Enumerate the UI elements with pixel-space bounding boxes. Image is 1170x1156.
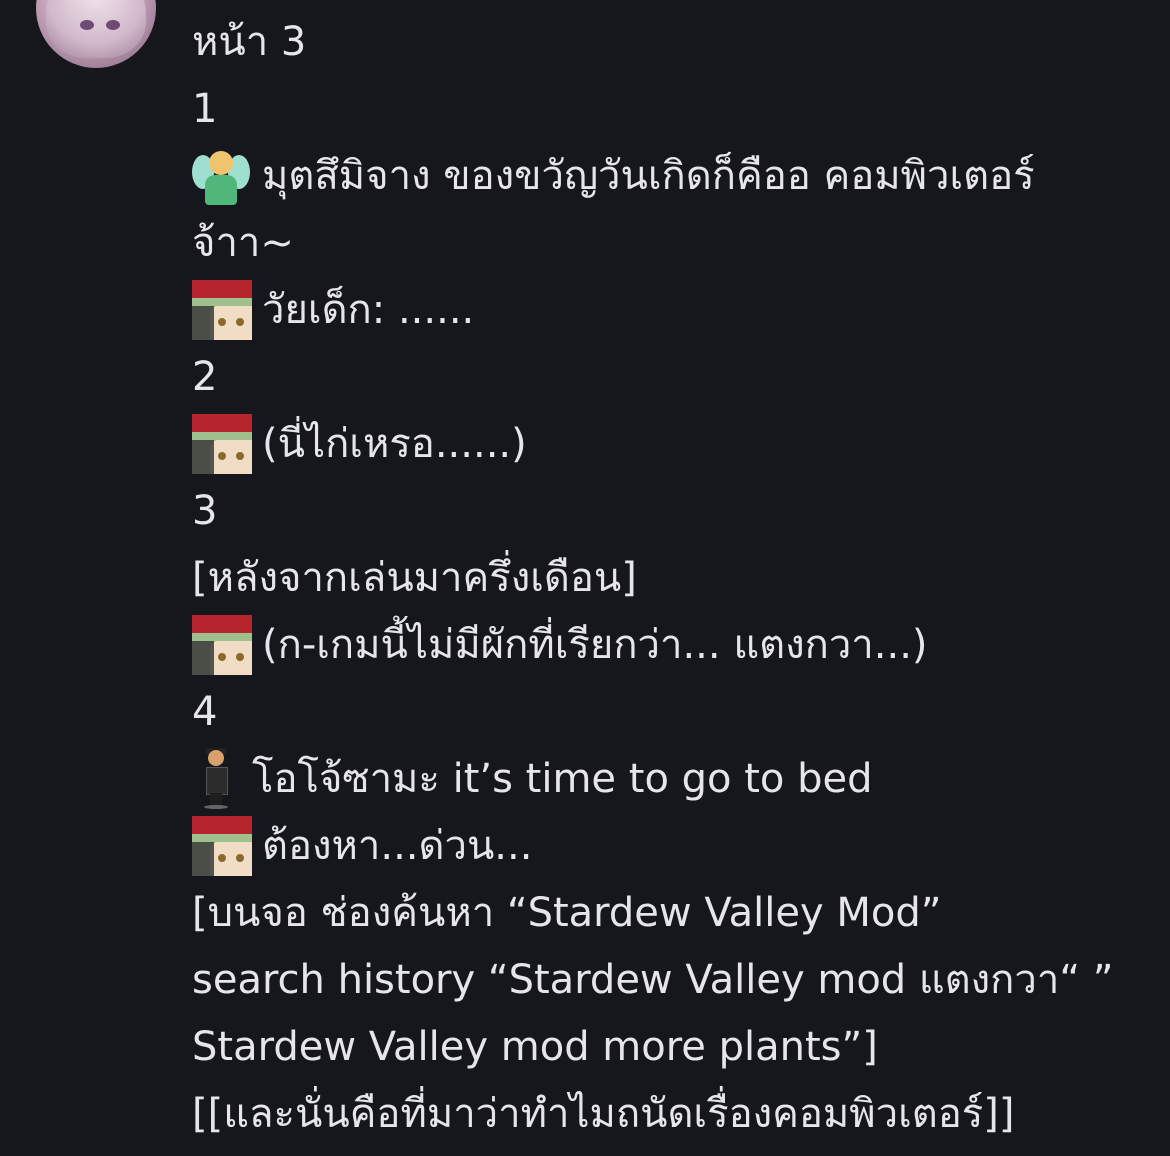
post-body: หน้า 3 1 มุตสึมิจาง ของขวัญวันเกิดก็คืออ… (192, 8, 1152, 1147)
post-line: (ก-เกมนี้ไม่มีผักที่เรียกว่า... แตงกวา..… (192, 611, 1152, 678)
post-line: 1 (192, 75, 1152, 142)
post-line: Stardew Valley mod more plants”] (192, 1013, 1152, 1080)
post-text: โอโจ้ซามะ it’s time to go to bed (252, 755, 873, 802)
post-line: หน้า 3 (192, 8, 1152, 75)
post-text: (นี่ไก่เหรอ......) (262, 420, 527, 467)
fairy-icon (192, 147, 250, 205)
post-line: [บนจอ ช่องค้นหา “Stardew Valley Mod” (192, 879, 1152, 946)
post-text: (ก-เกมนี้ไม่มีผักที่เรียกว่า... แตงกวา..… (262, 621, 928, 668)
post-line: [[และนั่นคือที่มาว่าทำไมถนัดเรื่องคอมพิว… (192, 1080, 1152, 1147)
character-icon (192, 413, 252, 474)
post-line: 3 (192, 477, 1152, 544)
post-text: Stardew Valley mod more plants”] (192, 1023, 878, 1070)
post-line: 4 (192, 678, 1152, 745)
post-line: จ้าา~ (192, 209, 1152, 276)
post-line: 2 (192, 343, 1152, 410)
man-in-suit-icon (192, 747, 240, 809)
post-text: [[และนั่นคือที่มาว่าทำไมถนัดเรื่องคอมพิว… (192, 1090, 1015, 1137)
user-avatar[interactable] (36, 0, 156, 68)
post-line: (นี่ไก่เหรอ......) (192, 410, 1152, 477)
post-text: มุตสึมิจาง ของขวัญวันเกิดก็คืออ คอมพิวเต… (262, 152, 1035, 199)
character-icon (192, 279, 252, 340)
character-icon (192, 815, 252, 876)
post-text: [หลังจากเล่นมาครึ่งเดือน] (192, 554, 637, 601)
post-line: [หลังจากเล่นมาครึ่งเดือน] (192, 544, 1152, 611)
post-line: มุตสึมิจาง ของขวัญวันเกิดก็คืออ คอมพิวเต… (192, 142, 1152, 209)
post-line: วัยเด็ก: ...... (192, 276, 1152, 343)
post-line: โอโจ้ซามะ it’s time to go to bed (192, 745, 1152, 812)
post-line: search history “Stardew Valley mod แตงกว… (192, 946, 1152, 1013)
post-text: 4 (192, 688, 218, 735)
post-text: [บนจอ ช่องค้นหา “Stardew Valley Mod” (192, 889, 942, 936)
post-text: 2 (192, 353, 218, 400)
post-text: วัยเด็ก: ...... (262, 286, 475, 333)
post-text: 1 (192, 85, 218, 132)
post-text: ต้องหา...ด่วน... (262, 822, 533, 869)
post-text: จ้าา~ (192, 219, 294, 266)
post-text: 3 (192, 487, 218, 534)
post-text: หน้า 3 (192, 18, 307, 65)
avatar-eye (106, 20, 120, 30)
post-text: search history “Stardew Valley mod แตงกว… (192, 956, 1114, 1003)
character-icon (192, 614, 252, 675)
avatar-eye (80, 20, 94, 30)
post-line: ต้องหา...ด่วน... (192, 812, 1152, 879)
avatar-hair (46, 0, 146, 58)
